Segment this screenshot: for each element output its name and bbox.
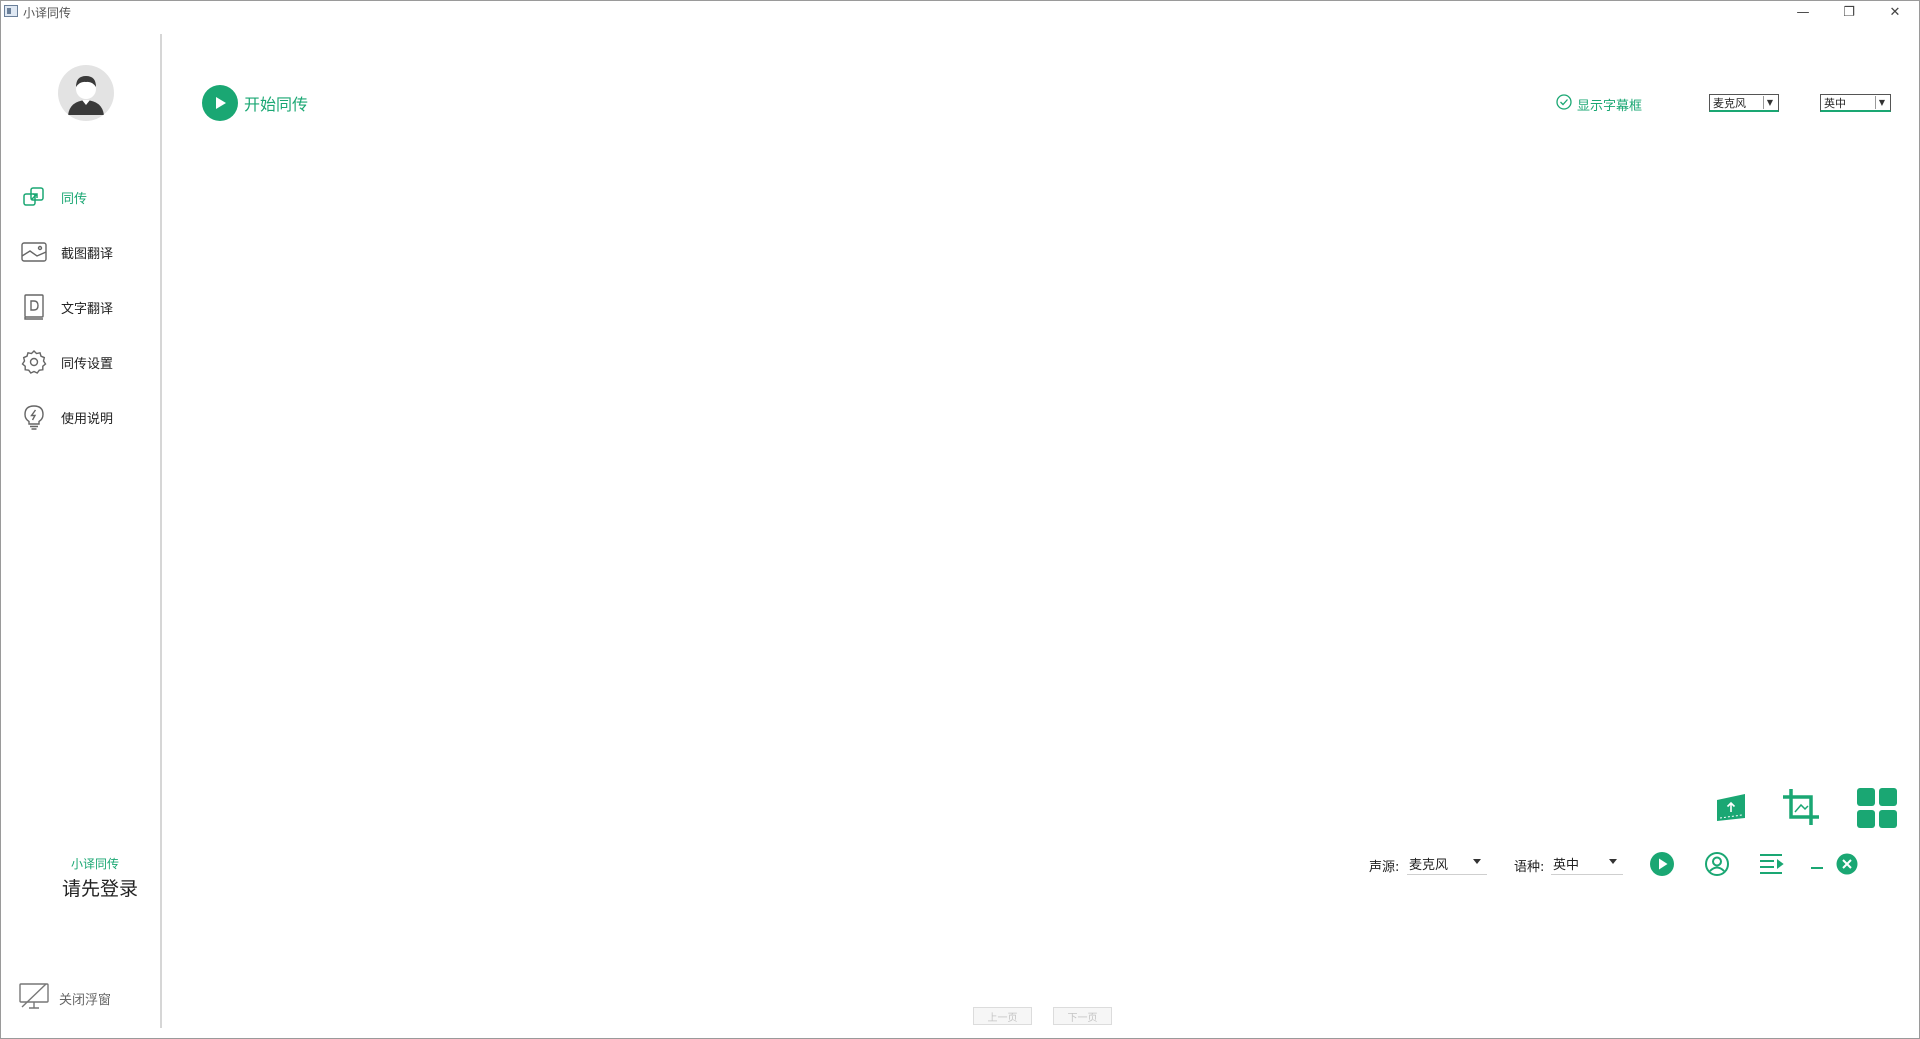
sidebar-item-label: 截图翻译 — [61, 246, 114, 262]
user-icon[interactable] — [1704, 851, 1730, 877]
caret-down-icon — [1473, 859, 1481, 864]
grid-menu-icon[interactable] — [1857, 788, 1897, 828]
image-icon — [21, 239, 47, 265]
sidebar: 同传 截图翻译 文字翻译 同传设置 使用说明 小译同传 请先登录 关闭浮窗 — [1, 23, 161, 1038]
prev-page-button[interactable]: 上一页 — [973, 1007, 1032, 1025]
start-label: 开始同传 — [244, 95, 309, 114]
brand-label: 小译同传 — [71, 857, 120, 871]
avatar-icon — [68, 76, 104, 115]
source-value: 麦克风 — [1713, 96, 1746, 110]
upload-screen-icon[interactable] — [1714, 790, 1748, 824]
app-window: 小译同传 — ❐ ✕ 同传 截图翻译 文字翻译 同传设置 使用说明 小译同传 请… — [0, 0, 1920, 1039]
share-screen-icon — [21, 184, 47, 210]
show-subtitle-label: 显示字幕框 — [1577, 98, 1643, 114]
close-float-label: 关闭浮窗 — [59, 992, 112, 1008]
language-dropdown-top[interactable]: 英中 ▼ — [1820, 94, 1891, 112]
sidebar-item-screenshot-translate[interactable]: 截图翻译 — [21, 237, 157, 267]
close-float-window-button[interactable]: 关闭浮窗 — [19, 983, 159, 1013]
sidebar-item-label: 使用说明 — [61, 411, 114, 427]
crop-icon[interactable] — [1781, 787, 1821, 827]
language-value: 英中 — [1824, 96, 1846, 110]
show-subtitle-toggle[interactable]: 显示字幕框 — [1556, 94, 1642, 114]
monitor-off-icon — [19, 983, 49, 1013]
document-icon — [21, 294, 47, 320]
play-icon — [202, 85, 238, 121]
check-circle-icon — [1556, 94, 1572, 114]
sidebar-item-settings[interactable]: 同传设置 — [21, 347, 157, 377]
chevron-down-icon: ▼ — [1763, 96, 1776, 109]
close-bar-icon[interactable] — [1836, 853, 1858, 875]
next-page-button[interactable]: 下一页 — [1053, 1007, 1112, 1025]
play-icon[interactable] — [1649, 851, 1675, 877]
sidebar-item-label: 文字翻译 — [61, 301, 114, 317]
sidebar-item-label: 同传 — [61, 191, 88, 207]
app-icon — [4, 5, 18, 17]
source-value: 麦克风 — [1409, 857, 1449, 873]
window-title: 小译同传 — [23, 6, 72, 20]
minimize-button[interactable]: — — [1781, 1, 1825, 23]
sidebar-item-text-translate[interactable]: 文字翻译 — [21, 292, 157, 322]
source-dropdown-top[interactable]: 麦克风 ▼ — [1709, 94, 1779, 112]
sidebar-item-help[interactable]: 使用说明 — [21, 402, 157, 432]
start-interpretation-button[interactable]: 开始同传 — [202, 85, 308, 121]
maximize-button[interactable]: ❐ — [1827, 1, 1871, 23]
sidebar-item-interpret[interactable]: 同传 — [21, 182, 157, 212]
avatar[interactable] — [58, 65, 114, 121]
close-window-button[interactable]: ✕ — [1873, 1, 1917, 23]
chevron-down-icon: ▼ — [1875, 96, 1888, 109]
login-link[interactable]: 请先登录 — [62, 874, 138, 901]
source-dropdown[interactable]: 麦克风 — [1407, 852, 1487, 875]
title-bar: 小译同传 — ❐ ✕ — [1, 1, 1919, 23]
minimize-bar-icon[interactable] — [1809, 852, 1825, 876]
lightbulb-icon — [21, 404, 47, 430]
source-label: 声源: — [1369, 860, 1400, 875]
list-icon[interactable] — [1758, 852, 1786, 876]
language-label: 语种: — [1514, 860, 1545, 875]
sidebar-divider — [160, 34, 162, 1028]
gear-icon — [21, 349, 47, 375]
sidebar-item-label: 同传设置 — [61, 356, 114, 372]
language-value: 英中 — [1553, 857, 1580, 873]
caret-down-icon — [1609, 859, 1617, 864]
language-dropdown[interactable]: 英中 — [1551, 852, 1623, 875]
